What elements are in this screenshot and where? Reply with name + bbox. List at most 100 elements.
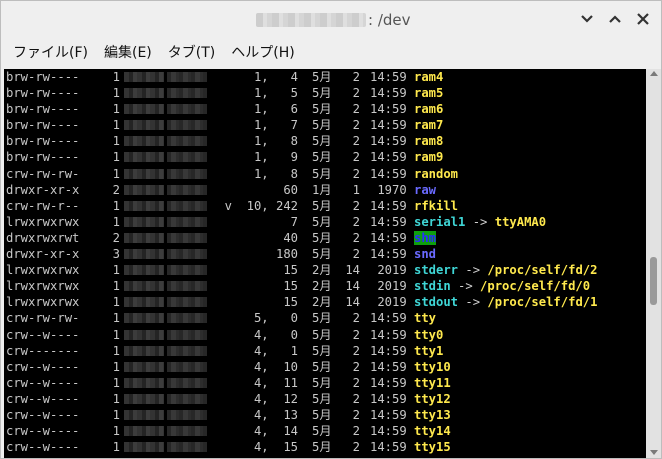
menu-file[interactable]: ファイル(F) [1,42,88,62]
month: 5月 [312,214,332,229]
minimize-button[interactable] [575,7,599,31]
permissions: brw-rw---- [6,102,80,117]
permissions: lrwxrwxrwx [6,279,80,294]
month: 2月 [312,263,332,278]
permissions: crw--w---- [6,375,80,390]
file-size: 4, 13 [253,407,298,422]
link-count: 1 [112,311,120,326]
menu-edit[interactable]: 編集(E) [92,42,152,62]
menu-tabs[interactable]: タブ(T) [156,42,215,62]
file-size: 5, 0 [253,311,298,326]
day: 2 [352,391,360,406]
file-name-cell: tty14 [414,423,451,439]
menu-help[interactable]: ヘルプ(H) [219,42,294,62]
permissions: brw-rw---- [6,134,80,149]
permissions: crw--w---- [6,440,80,455]
file-name-cell: ram4 [414,69,443,85]
time: 14:59 [370,166,407,181]
month: 5月 [312,327,332,342]
permissions: crw--w---- [6,424,80,439]
file-name-cell: stderr -> /proc/self/fd/2 [414,262,597,278]
file-name: stdin [414,279,451,294]
scroll-up-arrow-icon[interactable] [650,71,658,76]
listing-row: brw-rw---- 1 1, 4 5月 2 14:59 ram4 [4,69,646,85]
redacted-owner [124,393,164,404]
file-name: ram4 [414,70,444,84]
file-name-cell: ram9 [414,149,443,165]
month: 5月 [312,86,332,101]
time: 14:59 [370,343,407,358]
redacted-group [167,265,207,276]
file-size: 4, 1 [253,343,298,358]
menu-bar: ファイル(F) 編集(E) タブ(T) ヘルプ(H) [1,37,661,67]
redacted-owner [124,120,164,131]
day: 2 [352,166,360,181]
file-size: 1, 8 [253,166,298,181]
time: 14:59 [370,214,407,229]
day: 2 [352,407,360,422]
redacted-owner [124,88,164,99]
close-icon [637,13,649,25]
time: 1970 [370,182,407,197]
title-bar[interactable]: : /dev [1,1,661,37]
redacted-owner [124,281,164,292]
file-name: ram5 [414,86,444,101]
file-name: ram8 [414,134,444,149]
day: 14 [345,295,360,310]
file-size: 4, 14 [253,424,298,439]
link-count: 1 [112,166,120,181]
redacted-owner [124,232,164,243]
scrollbar-thumb[interactable] [650,257,657,305]
time: 14:59 [370,134,407,149]
day: 14 [345,279,360,294]
listing-row: crw--w---- 1 4, 13 5月 2 14:59 tty13 [4,407,646,423]
day: 2 [352,424,360,439]
link-count: 1 [112,150,120,165]
terminal-output[interactable]: brw-rw---- 1 1, 4 5月 2 14:59 ram4 brw-rw---- 1 1,… [4,69,646,458]
day: 1 [352,182,360,197]
symlink-arrow: -> [458,263,488,278]
file-name: tty13 [414,407,451,422]
time: 14:59 [370,407,407,422]
file-name: tty14 [414,424,451,439]
redacted-group [167,88,207,99]
file-size: 60 [283,182,298,197]
close-button[interactable] [631,7,655,31]
day: 2 [352,327,360,342]
file-name-cell: stdin -> /proc/self/fd/0 [414,278,590,294]
redacted-owner [124,168,164,179]
time: 14:59 [370,198,407,213]
file-size: 1, 7 [253,118,298,133]
month: 5月 [312,134,332,149]
symlink-target: ttyAMA0 [494,214,547,229]
listing-row: brw-rw---- 1 1, 9 5月 2 14:59 ram9 [4,149,646,165]
file-name: tty1 [414,343,444,358]
month: 5月 [312,375,332,390]
permissions: lrwxrwxrwx [6,214,80,229]
link-count: 1 [112,279,120,294]
terminal-window: : /dev ファイル(F) 編集(E) タブ(T) ヘルプ(H) brw-rw… [0,0,662,459]
vertical-scrollbar[interactable] [646,69,661,458]
listing-row: drwxrwxrwt 2 40 5月 2 14:59 shm [4,230,646,246]
month: 5月 [312,118,332,133]
permissions: lrwxrwxrwx [6,295,80,310]
file-name-cell: ram7 [414,117,443,133]
time: 14:59 [370,391,407,406]
time: 14:59 [370,424,407,439]
month: 5月 [312,311,332,326]
permissions: crw--w---- [6,407,80,422]
listing-row: crw--w---- 1 4, 0 5月 2 14:59 tty0 [4,327,646,343]
file-name-cell: tty11 [414,375,451,391]
file-name-cell: shm [414,230,437,246]
redacted-owner [124,184,164,195]
day: 2 [352,70,360,84]
file-size: 4, 15 [253,440,298,455]
redacted-group [167,426,207,437]
file-name: serial1 [414,214,466,229]
maximize-button[interactable] [603,7,627,31]
redacted-owner [124,361,164,372]
scroll-down-arrow-icon[interactable] [650,450,658,455]
time: 2019 [370,279,407,294]
file-name-cell: tty0 [414,327,443,343]
permissions: drwxr-xr-x [6,247,80,262]
